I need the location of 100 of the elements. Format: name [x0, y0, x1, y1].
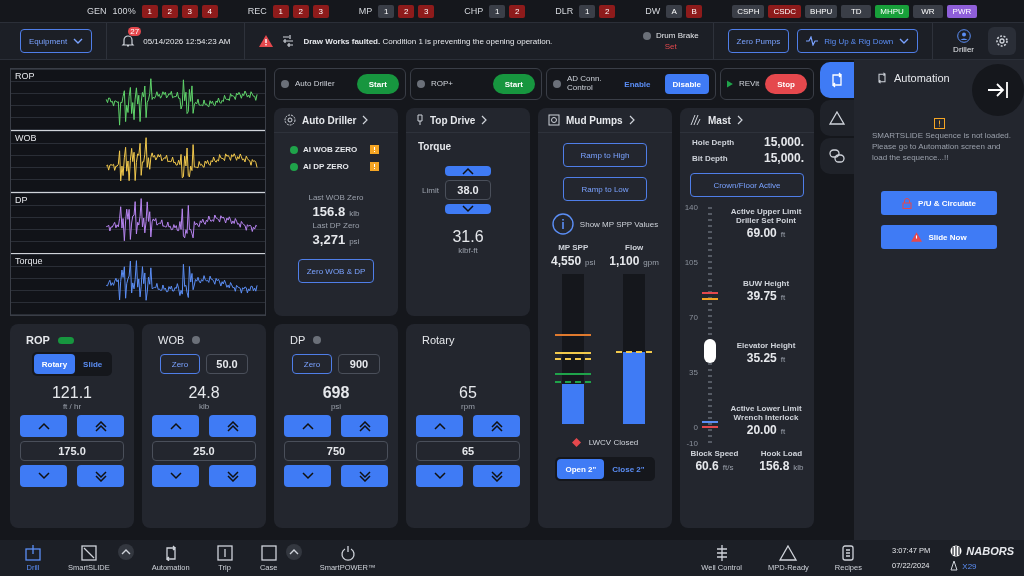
chevron-down-icon [301, 472, 314, 480]
fast-increase-button[interactable] [473, 415, 520, 437]
card-title: WOB [158, 334, 185, 346]
zero-button[interactable]: Zero WOB & DP [297, 259, 375, 283]
block-position-handle[interactable] [704, 338, 716, 363]
bell-icon[interactable] [121, 34, 136, 48]
limit-marker [702, 420, 718, 423]
ai-status-label: AI WOB ZERO [303, 145, 359, 154]
start-button[interactable]: Start [356, 74, 399, 94]
zero-pumps-button[interactable]: Zero Pumps [727, 29, 790, 53]
gauge-label: MP SPP [558, 243, 589, 252]
decrease-button[interactable] [445, 204, 491, 214]
automation-button[interactable]: P/U & Circulate [881, 191, 997, 216]
decrease-button[interactable] [416, 465, 463, 487]
drum-brake-label: Drum Brake [655, 31, 699, 40]
status-badge: 2 [509, 4, 526, 18]
fast-increase-button[interactable] [77, 415, 124, 437]
unit-label: ft [780, 292, 786, 302]
start-button[interactable]: Start [492, 74, 535, 94]
current-value: 121.1 [50, 384, 93, 402]
panel-title[interactable]: Mud Pumps [538, 108, 672, 133]
decrease-button[interactable] [284, 465, 331, 487]
setpoint-field[interactable]: 25.0 [152, 441, 256, 461]
rig-menu-dropdown[interactable]: Rig Up & Rig Down [797, 29, 919, 53]
status-label: DW [645, 6, 661, 16]
info-icon[interactable] [551, 213, 574, 235]
status-label: DLR [555, 6, 574, 16]
settings-button[interactable] [988, 27, 1016, 55]
panel-title[interactable]: Top Drive [406, 108, 530, 133]
unit-label: gpm [643, 258, 659, 267]
increase-button[interactable] [20, 415, 67, 437]
increase-button[interactable] [284, 415, 331, 437]
unit-label: ft [780, 355, 786, 365]
side-tab[interactable] [820, 62, 854, 98]
pump-icon [548, 114, 560, 126]
crown-floor-button[interactable]: Crown/Floor Active [690, 173, 804, 197]
panel-title[interactable]: Mast [680, 108, 814, 133]
collapse-button[interactable] [972, 64, 1024, 116]
user-button[interactable]: Driller [947, 28, 980, 54]
mode-option[interactable]: Slide [75, 354, 111, 374]
fast-decrease-button[interactable] [209, 465, 256, 487]
fast-decrease-button[interactable] [341, 465, 388, 487]
fast-increase-button[interactable] [209, 415, 256, 437]
unit-label: klbf-ft [458, 246, 478, 255]
increase-button[interactable] [416, 415, 463, 437]
choke-option[interactable]: Close 2" [604, 459, 653, 479]
status-badge: 2 [599, 4, 616, 18]
chevron-up-icon [169, 422, 182, 430]
setpoint-field[interactable]: 65 [416, 441, 520, 461]
reading-value: 156.8 [312, 204, 346, 219]
current-value: 698 [321, 384, 351, 402]
double-chevron-up-icon [226, 420, 239, 432]
ramp-button[interactable]: Ramp to High [563, 143, 647, 167]
double-chevron-down-icon [490, 470, 503, 482]
side-tab[interactable] [820, 100, 854, 136]
rig-name: X29 [962, 561, 977, 571]
reading-value: 35.25 [746, 351, 777, 366]
limit-field[interactable]: 50.0 [206, 354, 248, 374]
panel-title[interactable]: Auto Driller [274, 108, 398, 133]
decrease-button[interactable] [20, 465, 67, 487]
unit-label: ft/s [722, 463, 734, 472]
automation-button[interactable]: Slide Now [881, 225, 997, 250]
chevron-down-icon [169, 472, 182, 480]
increase-button[interactable] [152, 415, 199, 437]
fast-decrease-button[interactable] [77, 465, 124, 487]
status-badge: B [686, 4, 703, 18]
fast-decrease-button[interactable] [473, 465, 520, 487]
choke-option[interactable]: Open 2" [557, 459, 605, 479]
side-tab[interactable] [820, 138, 854, 174]
depth-value: 15,000. [763, 151, 804, 165]
zero-button[interactable]: Zero [292, 354, 332, 374]
increase-button[interactable] [445, 166, 491, 176]
stop-button[interactable]: Stop [765, 74, 807, 94]
chevron-right-icon [362, 115, 369, 125]
reading-label: Active Upper Limit Driller Set Point [729, 207, 803, 225]
mode-option[interactable]: Rotary [33, 354, 76, 374]
status-badge: MHPU [875, 4, 909, 18]
decrease-button[interactable] [152, 465, 199, 487]
scale-label: 35 [689, 367, 698, 377]
status-badge: 1 [272, 4, 289, 18]
fast-increase-button[interactable] [341, 415, 388, 437]
setpoint-field[interactable]: 750 [284, 441, 388, 461]
toggle-option[interactable]: Enable [616, 74, 659, 94]
double-chevron-up-icon [358, 420, 371, 432]
limit-marker [555, 358, 592, 360]
expand-button[interactable] [117, 544, 134, 560]
limit-marker [555, 373, 592, 375]
expand-button[interactable] [285, 544, 302, 560]
limit-field[interactable]: 900 [338, 354, 380, 374]
ramp-button[interactable]: Ramp to Low [563, 177, 647, 201]
toggle-option[interactable]: Disable [664, 74, 709, 94]
zero-button[interactable]: Zero [160, 354, 200, 374]
depth-label: Bit Depth [692, 153, 728, 163]
setpoint-field[interactable]: 175.0 [20, 441, 124, 461]
equipment-dropdown[interactable]: Equipment [20, 29, 93, 53]
cycle-arrows-icon [876, 72, 888, 84]
status-badge: BHPU [805, 4, 838, 18]
status-badge: A [666, 4, 683, 18]
limit-field[interactable]: 38.0 [445, 180, 491, 200]
chevron-down-icon [433, 472, 446, 480]
